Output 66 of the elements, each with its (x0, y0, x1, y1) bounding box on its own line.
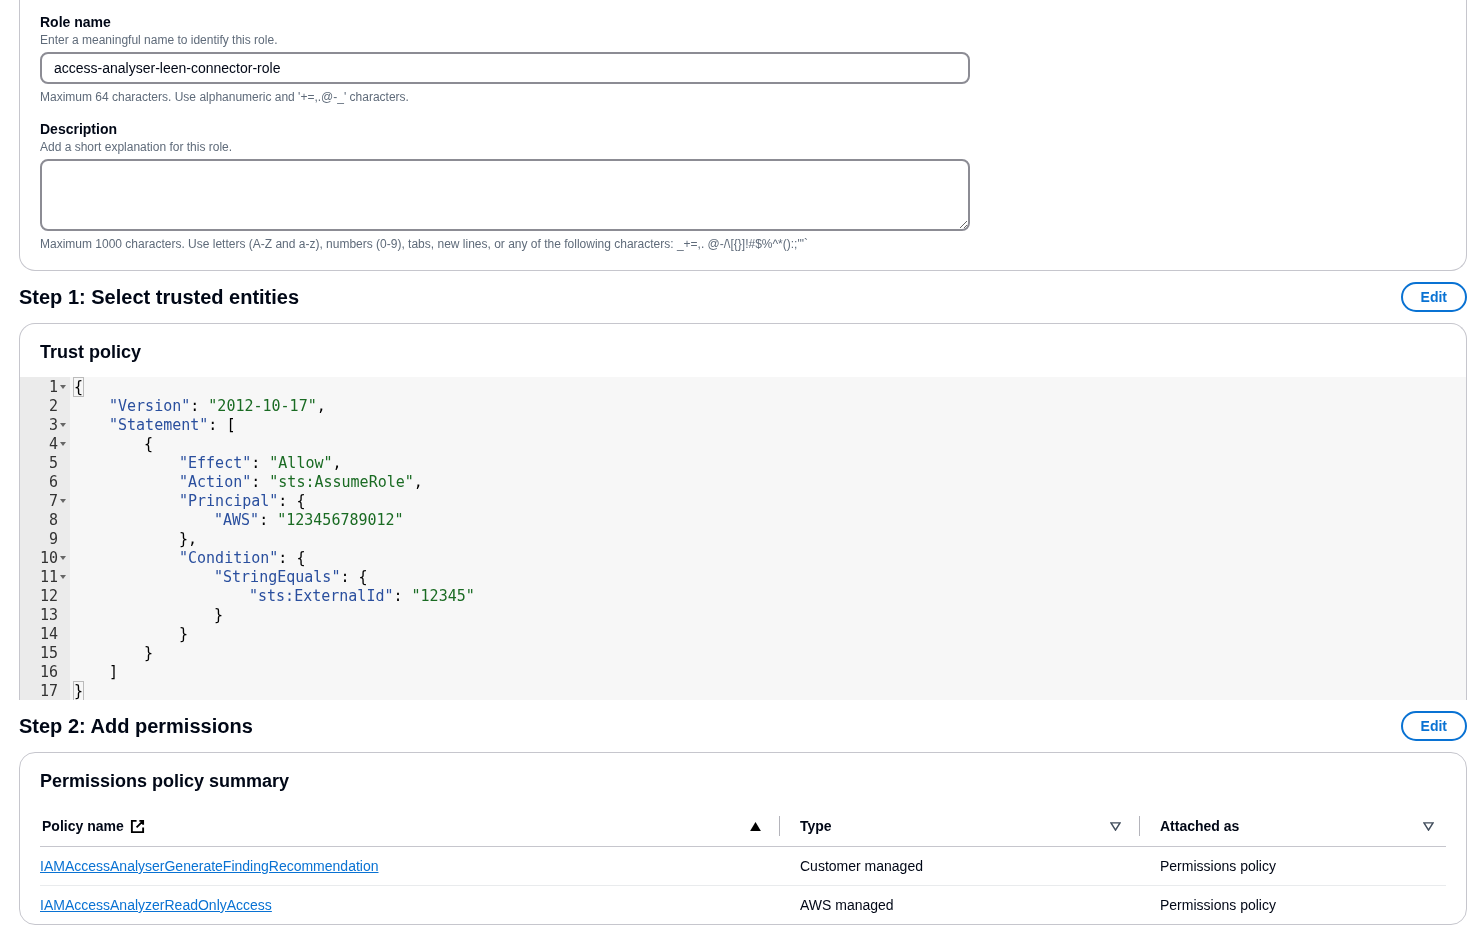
code-line: } (179, 624, 189, 643)
line-number: 12 (39, 586, 58, 605)
table-cell: AWS managed (800, 897, 894, 913)
sort-icon[interactable] (1423, 821, 1434, 831)
line-number: 1 (48, 377, 58, 396)
line-number: 13 (39, 605, 58, 624)
table-cell: Permissions policy (1160, 858, 1276, 874)
sort-icon[interactable] (1110, 821, 1121, 831)
fold-caret-icon[interactable] (60, 422, 66, 427)
line-number: 7 (48, 491, 58, 510)
policy-link[interactable]: IAMAccessAnalyzerReadOnlyAccess (40, 897, 272, 913)
column-header[interactable]: Policy name (42, 818, 124, 834)
role-name-input[interactable]: access-analyser-leen-connector-role (40, 52, 970, 84)
code-line: "Action": "sts:AssumeRole", (179, 472, 423, 491)
edit-button[interactable]: Edit (1400, 282, 1467, 312)
line-number: 5 (48, 453, 58, 472)
line-number: 8 (48, 510, 58, 529)
panel-title: Permissions policy summary (40, 771, 291, 792)
line-number: 17 (39, 681, 58, 700)
code-line: "Statement": [ (109, 415, 236, 434)
code-line: "sts:ExternalId": "12345" (249, 586, 475, 605)
fold-caret-icon[interactable] (60, 574, 66, 579)
step-title: Step 1: Select trusted entities (19, 285, 300, 309)
field-constraint: Maximum 1000 characters. Use letters (A-Z and a-z), numbers (0-9), tabs, new lines, or any of the following characters: _+=,. @-/\[{}]!#$%^*():;"'` (40, 236, 809, 252)
code-line: "StringEquals": { (214, 567, 368, 586)
code-line: }, (179, 529, 198, 548)
line-number: 9 (48, 529, 58, 548)
line-number: 10 (39, 548, 58, 567)
column-header[interactable]: Attached as (1160, 818, 1240, 834)
code-line: "AWS": "123456789012" (214, 510, 404, 529)
fold-caret-icon[interactable] (60, 384, 66, 389)
line-number: 15 (39, 643, 58, 662)
policy-link[interactable]: IAMAccessAnalyserGenerateFindingRecommendation (40, 858, 379, 874)
code-line: ] (109, 662, 119, 681)
line-number: 14 (39, 624, 58, 643)
table-cell: Permissions policy (1160, 897, 1276, 913)
fold-caret-icon[interactable] (60, 498, 66, 503)
code-line: { (74, 377, 84, 396)
description-textarea[interactable] (40, 159, 970, 231)
field-hint: Enter a meaningful name to identify this role. (40, 32, 279, 48)
fold-caret-icon[interactable] (60, 555, 66, 560)
line-number: 11 (39, 567, 58, 586)
edit-button[interactable]: Edit (1400, 711, 1467, 741)
step-title: Step 2: Add permissions (19, 714, 253, 738)
table-cell: Customer managed (800, 858, 923, 874)
code-line: "Principal": { (179, 491, 306, 510)
code-line: } (74, 681, 84, 700)
code-line: "Effect": "Allow", (179, 453, 342, 472)
field-constraint: Maximum 64 characters. Use alphanumeric and '+=,.@-_' characters. (40, 89, 410, 105)
sort-ascending-icon[interactable] (750, 821, 761, 831)
field-label: Description (40, 120, 118, 139)
line-number: 3 (48, 415, 58, 434)
code-line: } (144, 643, 154, 662)
line-number: 2 (48, 396, 58, 415)
column-header[interactable]: Type (800, 818, 832, 834)
line-number: 16 (39, 662, 58, 681)
code-line: "Condition": { (179, 548, 306, 567)
code-line: { (144, 434, 154, 453)
line-number: 4 (48, 434, 58, 453)
code-line: "Version": "2012-10-17", (109, 396, 326, 415)
line-number: 6 (48, 472, 58, 491)
panel-title: Trust policy (39, 342, 143, 363)
field-hint: Add a short explanation for this role. (40, 139, 234, 155)
code-line: } (214, 605, 224, 624)
fold-caret-icon[interactable] (60, 441, 66, 446)
field-label: Role name (40, 13, 112, 32)
